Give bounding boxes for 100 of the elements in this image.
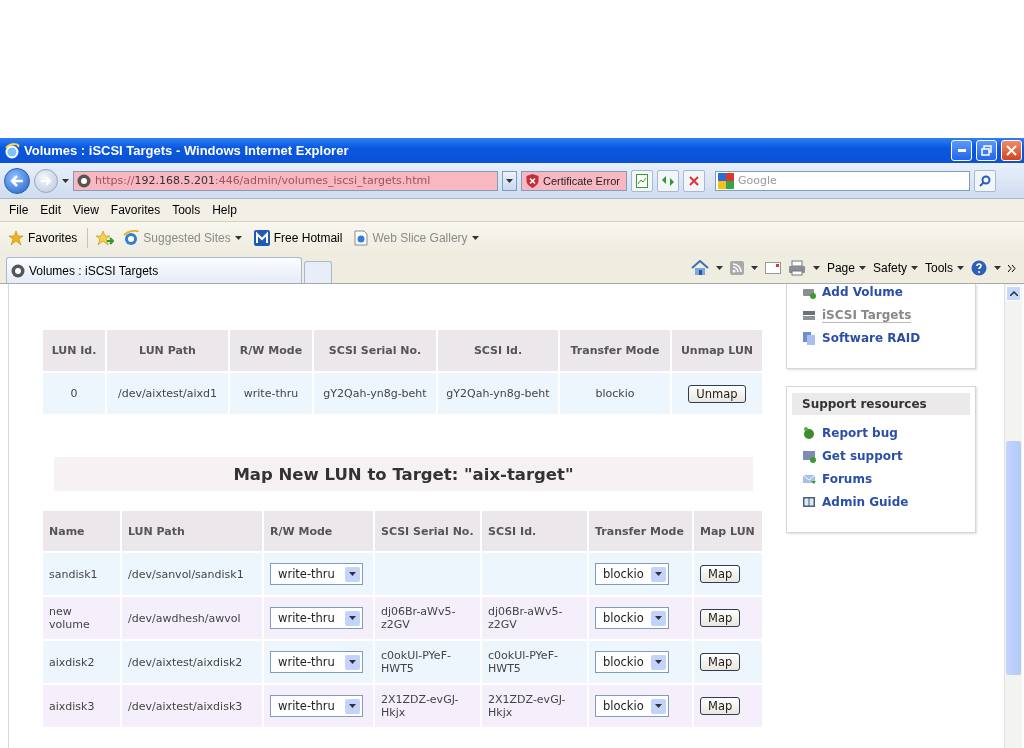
transfer-mode-select[interactable]: blockio xyxy=(595,563,669,585)
column-header: LUN Path xyxy=(107,330,228,371)
table-cell: aixdisk3 xyxy=(43,685,120,727)
column-header: LUN Id. xyxy=(43,330,105,371)
bug-icon xyxy=(802,426,816,440)
column-header: Unmap LUN xyxy=(672,330,762,371)
refresh-button[interactable] xyxy=(657,169,680,192)
sidebar-link[interactable]: Forums xyxy=(792,471,970,487)
dropdown-arrow-icon xyxy=(349,704,356,708)
caret-icon xyxy=(812,266,820,270)
menu-item[interactable]: Edit xyxy=(34,203,68,217)
rw-mode-select[interactable]: write-thru xyxy=(270,695,363,717)
server-icon xyxy=(802,308,816,322)
menu-item[interactable]: Favorites xyxy=(104,203,167,217)
restore-icon xyxy=(981,145,992,156)
sidebar-link[interactable]: Software RAID xyxy=(802,330,975,346)
table-cell: 0 xyxy=(43,373,105,414)
column-header: SCSI Serial No. xyxy=(314,330,436,371)
back-button[interactable] xyxy=(4,167,30,194)
mail-icon[interactable] xyxy=(764,262,781,274)
close-icon xyxy=(1006,145,1017,156)
help-icon[interactable] xyxy=(971,260,987,276)
transfer-mode-select[interactable]: blockio xyxy=(595,607,669,629)
search-field[interactable]: Google xyxy=(738,174,939,187)
dropdown-arrow-icon xyxy=(349,660,356,664)
caret-icon xyxy=(471,235,479,240)
column-header: Map LUN xyxy=(694,511,762,551)
monitor-icon xyxy=(802,449,816,463)
page-chart-icon xyxy=(636,173,649,188)
sidebar-link[interactable]: iSCSI Targets xyxy=(802,307,975,323)
stop-button[interactable] xyxy=(683,169,706,192)
chevron-icon[interactable] xyxy=(1008,264,1016,272)
sidebar-link[interactable]: Admin Guide xyxy=(792,494,970,510)
table-cell: dj06Br-aWv5-z2GV xyxy=(488,605,563,631)
feed-icon[interactable] xyxy=(729,261,744,275)
column-header: SCSI Id. xyxy=(482,511,587,551)
close-button[interactable] xyxy=(1001,140,1022,161)
command-menu[interactable]: Safety xyxy=(872,261,918,275)
table-cell: blockio xyxy=(560,373,670,414)
command-menu[interactable]: Tools xyxy=(925,261,964,275)
search-button[interactable] xyxy=(974,169,997,192)
scroll-thumb[interactable] xyxy=(1006,441,1021,675)
globe-e-icon xyxy=(123,229,140,246)
menu-item[interactable]: Help xyxy=(206,203,243,217)
search-box[interactable]: Google xyxy=(715,170,971,191)
minimize-button[interactable] xyxy=(951,140,972,161)
table-cell: write-thru xyxy=(230,373,312,414)
table-cell: /dev/aixtest/aixd1 xyxy=(107,373,228,414)
favorites-button[interactable]: Favorites xyxy=(6,229,80,246)
unmap-button[interactable]: Unmap xyxy=(688,384,746,403)
sidebar-link[interactable]: Get support xyxy=(792,448,970,464)
scroll-up-button[interactable] xyxy=(1006,286,1021,301)
menu-item[interactable]: Tools xyxy=(166,203,207,217)
sidebar-link[interactable]: Report bug xyxy=(792,425,970,441)
rw-mode-select[interactable]: write-thru xyxy=(270,651,363,673)
certificate-error-button[interactable]: Certificate Error xyxy=(521,170,628,191)
page-icon xyxy=(11,263,25,278)
printer-icon[interactable] xyxy=(787,260,806,276)
column-header: SCSI Serial No. xyxy=(375,511,480,551)
refresh-arrows-icon xyxy=(661,174,676,187)
transfer-mode-select[interactable]: blockio xyxy=(595,695,669,717)
add-favorite-icon[interactable] xyxy=(96,229,115,246)
map-button[interactable]: Map xyxy=(700,653,741,671)
rw-mode-select[interactable]: write-thru xyxy=(270,563,363,585)
book-icon xyxy=(802,495,816,509)
favorites-link[interactable]: Free Hotmail xyxy=(250,229,346,246)
column-header: LUN Path xyxy=(122,511,262,551)
menu-item[interactable]: File xyxy=(3,203,35,217)
map-button[interactable]: Map xyxy=(700,565,741,583)
restore-button[interactable] xyxy=(976,140,997,161)
up-chevron-icon xyxy=(1009,291,1018,296)
page-e-icon xyxy=(354,229,369,246)
column-header: Transfer Mode xyxy=(589,511,692,551)
menu-item[interactable]: View xyxy=(67,203,105,217)
column-header: R/W Mode xyxy=(230,330,312,371)
pages-icon xyxy=(802,331,816,345)
home-icon[interactable] xyxy=(690,260,709,276)
address-caret-icon xyxy=(506,178,513,183)
star-icon xyxy=(8,229,24,246)
forward-button[interactable] xyxy=(34,168,58,193)
map-button[interactable]: Map xyxy=(700,609,741,627)
table-cell: 2X1ZDZ-evGJ-Hkjx xyxy=(488,693,566,719)
dropdown-arrow-icon xyxy=(349,616,356,620)
sidebar-link[interactable]: Add Volume xyxy=(802,284,975,300)
transfer-mode-select[interactable]: blockio xyxy=(595,651,669,673)
rw-mode-select[interactable]: write-thru xyxy=(270,607,363,629)
command-menu[interactable]: Page xyxy=(826,261,866,275)
table-cell: sandisk1 xyxy=(43,553,120,595)
table-cell: aixdisk2 xyxy=(43,641,120,683)
ie-logo-icon xyxy=(4,142,20,159)
caret-icon xyxy=(234,235,242,240)
compatibility-button[interactable] xyxy=(631,169,654,192)
address-field[interactable]: https://192.168.5.201:446/admin/volumes_iscsi_targets.html xyxy=(73,170,498,191)
window-title: Volumes : iSCSI Targets - Windows Internet Explorer xyxy=(24,143,350,158)
map-button[interactable]: Map xyxy=(700,697,741,715)
table-cell: c0okUl-PYeF-HWT5 xyxy=(488,649,558,675)
envelope-icon xyxy=(802,472,816,486)
scrollbar[interactable] xyxy=(1004,284,1022,748)
address-dropdown-button[interactable] xyxy=(502,170,517,191)
browser-tab[interactable]: Volumes : iSCSI Targets xyxy=(6,257,302,283)
